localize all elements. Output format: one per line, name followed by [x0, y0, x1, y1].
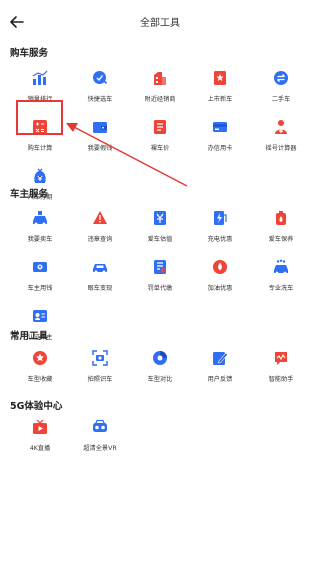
- tool-label: 罚单代缴: [147, 285, 173, 292]
- tool-new-car-launch[interactable]: 上市新车: [191, 70, 249, 103]
- tool-label: 眼车变现: [87, 285, 113, 292]
- tool-label: 我要卖车: [27, 236, 53, 243]
- car-cash-icon: [93, 264, 107, 274]
- tool-label: 充电优惠: [207, 236, 233, 243]
- sales-ranking-icon: [32, 70, 48, 85]
- tool-car-maintenance[interactable]: 爱车保养: [252, 210, 310, 243]
- fuel-discount-icon: [213, 260, 227, 274]
- tool-model-compare[interactable]: 车型对比: [131, 350, 189, 383]
- tool-label: 二手车: [271, 96, 291, 103]
- tool-label: 专业洗车: [268, 285, 294, 292]
- 5g-center-grid: 4K直播 超清全景VR: [0, 419, 320, 468]
- tool-label: 违章查询: [87, 236, 113, 243]
- tool-photo-recognize[interactable]: 拍照识车: [71, 350, 129, 383]
- tool-label: 附近经销商: [144, 96, 176, 103]
- tool-credit-card[interactable]: 办信用卡: [191, 119, 249, 152]
- tool-label: 裸车价: [150, 145, 170, 152]
- tool-car-valuation[interactable]: 爱车估值: [131, 210, 189, 243]
- 4k-live-icon: [33, 419, 47, 434]
- lottery-calculator-icon: [275, 120, 287, 134]
- section-title-common-tools: 常用工具: [10, 331, 49, 342]
- certified-owner-icon: [33, 310, 47, 322]
- tool-label: 我要假钱: [87, 145, 113, 152]
- tool-label: 上市新车: [207, 96, 233, 103]
- smart-assistant-icon: [275, 352, 287, 365]
- tool-smart-assistant[interactable]: 智能助手: [252, 350, 310, 383]
- section-title-owner-service: 车主服务: [10, 189, 49, 200]
- tool-label: 摇号计算器: [265, 145, 297, 152]
- vr-panorama-icon: [93, 419, 107, 432]
- tool-sales-ranking[interactable]: 销量排行: [11, 70, 69, 103]
- quick-pick-car-icon: [93, 71, 108, 84]
- tool-sell-car[interactable]: 我要卖车: [11, 210, 69, 243]
- header-bar: 全部工具: [0, 0, 320, 44]
- tool-label: 快捷选车: [87, 96, 113, 103]
- tool-car-wash[interactable]: 专业洗车: [252, 259, 310, 292]
- nearby-dealer-icon: [154, 72, 166, 85]
- tool-label: 爱车估值: [147, 236, 173, 243]
- car-maintenance-icon: [276, 211, 286, 225]
- photo-recognize-icon: [92, 350, 108, 366]
- section-title-car-purchase: 购车服务: [10, 48, 49, 59]
- tool-fuel-discount[interactable]: 加油优惠: [191, 259, 249, 292]
- owner-loan-icon: [33, 262, 47, 272]
- tool-label: 购车计算: [27, 145, 53, 152]
- page-title: 全部工具: [140, 18, 180, 29]
- tool-label: 车型收藏: [27, 376, 53, 383]
- tool-label: 爱车保养: [268, 236, 294, 243]
- tool-wallet[interactable]: 我要假钱: [71, 119, 129, 152]
- violation-query-icon: [93, 211, 107, 224]
- common-tools-grid: 车型收藏 拍照识车 车型对比 用户反馈 智能助手: [0, 350, 320, 399]
- fine-payment-icon: [154, 260, 166, 274]
- tool-fine-payment[interactable]: 罚单代缴: [131, 259, 189, 292]
- favorite-model-icon: [33, 351, 47, 365]
- charging-discount-icon: [214, 211, 227, 225]
- bare-car-price-icon: [154, 120, 166, 134]
- tool-label: 拍照识车: [87, 376, 113, 383]
- car-valuation-icon: [154, 211, 166, 225]
- tool-label: 办信用卡: [207, 145, 233, 152]
- model-compare-icon: [153, 351, 167, 365]
- new-car-launch-icon: [214, 71, 226, 85]
- tool-label: 智能助手: [268, 376, 294, 383]
- tool-owner-loan[interactable]: 车主用钱: [11, 259, 69, 292]
- tool-bare-car-price[interactable]: 裸车价: [131, 119, 189, 152]
- tool-4k-live[interactable]: 4K直播: [11, 419, 69, 452]
- tool-charging-discount[interactable]: 充电优惠: [191, 210, 249, 243]
- tool-used-car[interactable]: 二手车: [252, 70, 310, 103]
- wallet-icon: [93, 122, 107, 133]
- tool-label: 车主用钱: [27, 285, 53, 292]
- highlight-box: [16, 100, 63, 135]
- feedback-icon: [213, 352, 228, 365]
- tool-label: 超清全景VR: [83, 445, 117, 452]
- tool-car-cash[interactable]: 眼车变现: [71, 259, 129, 292]
- tool-quick-pick-car[interactable]: 快捷选车: [71, 70, 129, 103]
- credit-card-icon: [213, 122, 227, 132]
- tool-label: 用户反馈: [207, 376, 233, 383]
- sell-car-icon: [33, 211, 47, 226]
- car-installment-icon: [34, 168, 46, 183]
- tool-violation-query[interactable]: 违章查询: [71, 210, 129, 243]
- used-car-icon: [274, 71, 288, 85]
- tool-label: 4K直播: [29, 445, 51, 452]
- car-wash-icon: [274, 259, 288, 275]
- tool-nearby-dealer[interactable]: 附近经销商: [131, 70, 189, 103]
- tool-favorite-model[interactable]: 车型收藏: [11, 350, 69, 383]
- tool-label: 车型对比: [147, 376, 173, 383]
- section-title-5g-center: 5G体验中心: [10, 401, 63, 412]
- tool-label: 加油优惠: [207, 285, 233, 292]
- tool-feedback[interactable]: 用户反馈: [191, 350, 249, 383]
- tool-lottery-calculator[interactable]: 摇号计算器: [252, 119, 310, 152]
- tool-vr-panorama[interactable]: 超清全景VR: [71, 419, 129, 452]
